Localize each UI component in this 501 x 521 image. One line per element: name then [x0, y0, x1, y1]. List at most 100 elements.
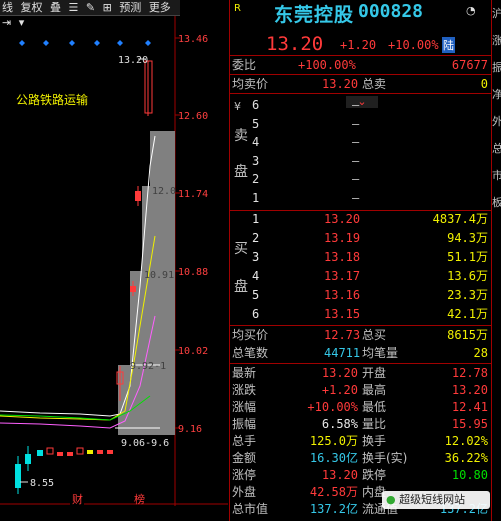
stat-value: 10.80 [451, 468, 488, 482]
toolbar-line-button[interactable]: 线 [0, 0, 15, 15]
candle [37, 450, 43, 456]
sell-level: 1 [252, 190, 260, 205]
stat-value: 13.20 [321, 366, 358, 380]
avg-sell-label: 均卖价 [232, 77, 269, 91]
buy-volume: 51.1万 [447, 250, 488, 264]
sell-price: — [352, 98, 360, 112]
watermark-text: 超级短线网站 [399, 493, 466, 506]
toolbar-overlay-button[interactable]: 叠 [48, 0, 63, 15]
stat-label: 换手(实) [362, 451, 408, 465]
avg-buy-value: 12.73 [324, 328, 361, 342]
buy-volume: 94.3万 [447, 231, 488, 245]
stats-row: 涨跌 +1.20 最高 13.20 [230, 382, 492, 398]
stat-label: 振幅 [232, 417, 257, 431]
toolbar-draw-icon[interactable]: ✎ [84, 0, 97, 15]
sell-price: — [352, 153, 360, 168]
sell-level: 6 [252, 98, 260, 112]
side-strip-item: 净 [492, 81, 501, 108]
buy-level: 2 [252, 231, 260, 245]
stat-label: 量比 [362, 417, 387, 431]
r-badge: R [234, 3, 241, 14]
sell-price: — [352, 172, 360, 187]
toolbar-more-button[interactable]: 更多 [147, 0, 173, 15]
weibi-row: 委比 +100.00% 67677 [230, 57, 492, 73]
ranking-marker[interactable]: 榜 [134, 492, 145, 506]
buy-price: 13.16 [324, 288, 361, 302]
last-price: 13.20 [266, 33, 324, 55]
total-trades-label: 总笔数 [232, 346, 269, 360]
sell-levels: 6 5 4 3 2 1 [252, 96, 259, 208]
total-buy-value: 8615万 [447, 328, 488, 342]
alarm-icon[interactable]: ◔ [466, 4, 476, 17]
buy-level: 4 [252, 269, 260, 283]
side-strip-item: 总 [492, 135, 501, 162]
side-strip-item: 市 [492, 162, 501, 189]
stat-value: +10.00% [307, 400, 358, 414]
buy-volume: 4837.4万 [432, 212, 488, 226]
stat-label: 涨跌 [232, 383, 257, 397]
event-marker-row [19, 40, 151, 46]
sell-level: 5 [252, 116, 260, 131]
stat-value: 15.95 [451, 417, 488, 431]
candle [57, 452, 63, 456]
watermark: ● 超级短线网站 [382, 491, 490, 509]
hk-connect-badge: 陆 [442, 37, 455, 53]
buy-level: 3 [252, 250, 260, 264]
toolbar-grid-icon[interactable]: ⊞ [101, 0, 114, 15]
buy-price: 13.17 [324, 269, 361, 283]
wechat-icon: ● [386, 493, 396, 506]
avg-sell-row: 均卖价 13.20 总卖 0 [230, 76, 492, 92]
price-tick-1: 13.46 [178, 34, 208, 45]
collapse-icon[interactable]: ⌄ [346, 96, 378, 108]
stat-value: 12.78 [451, 366, 488, 380]
stat-label: 跌停 [362, 468, 387, 482]
high-price-label: 13.20 [118, 55, 148, 66]
stat-label: 换手 [362, 434, 387, 448]
toolbar-list-icon[interactable]: ☰ [67, 0, 81, 15]
stat-label: 外盘 [232, 485, 257, 499]
stat-value: 12.41 [451, 400, 488, 414]
buy-level-row[interactable]: 3 13.18 51.1万 [230, 249, 492, 265]
stat-label: 开盘 [362, 366, 387, 380]
stats-row: 总手 125.0万 换手 12.02% [230, 433, 492, 449]
buy-volume: 13.6万 [447, 269, 488, 283]
buy-volume: 23.3万 [447, 288, 488, 302]
side-strip-item: 振 [492, 54, 501, 81]
buy-level-row[interactable]: 4 13.17 13.6万 [230, 268, 492, 284]
side-strip-item: 板 [492, 189, 501, 216]
finance-marker[interactable]: 财 [72, 492, 83, 506]
candle [67, 452, 73, 456]
avg-trade-size-label: 均笔量 [362, 346, 399, 360]
price-tick-4: 10.88 [178, 267, 208, 278]
candle [76, 447, 84, 455]
stat-value: 16.30亿 [309, 451, 358, 465]
buy-level-row[interactable]: 1 13.20 4837.4万 [230, 211, 492, 227]
price-tick-3: 11.74 [178, 189, 208, 200]
sell-level: 4 [252, 135, 260, 150]
stat-value: 13.20 [451, 383, 488, 397]
sell-side-label-2: 盘 [234, 164, 248, 180]
sell-level: 3 [252, 153, 260, 168]
buy-level-row[interactable]: 5 13.16 23.3万 [230, 287, 492, 303]
sell-price: — [352, 116, 360, 131]
price-tick-2: 12.60 [178, 111, 208, 122]
toolbar-forecast-button[interactable]: 预测 [117, 0, 143, 15]
buy-level-row[interactable]: 6 13.15 42.1万 [230, 306, 492, 322]
kline-chart[interactable]: 13.46 12.60 11.74 10.88 10.02 9.16 13.20… [0, 16, 228, 521]
candle [87, 450, 93, 454]
side-strip-item: 外 [492, 108, 501, 135]
avg-sell-value: 13.20 [322, 77, 359, 91]
buy-price: 13.19 [324, 231, 361, 245]
chart-toolbar: 线 复权 叠 ☰ ✎ ⊞ 预测 更多 ⇥ ▾ [0, 0, 180, 29]
price-change: +1.20 [340, 38, 377, 52]
buy-level-row[interactable]: 2 13.19 94.3万 [230, 230, 492, 246]
avg-trade-size-value: 28 [473, 346, 488, 360]
weibi-value: +100.00% [298, 58, 356, 72]
toolbar-fuquan-button[interactable]: 复权 [19, 0, 45, 15]
side-strip-items: 沪 涨 振 净 外 总 市 板 [492, 0, 501, 216]
sell-price: — [352, 190, 360, 205]
candle [25, 454, 31, 464]
stat-label: 最高 [362, 383, 387, 397]
price-tick-6: 9.16 [178, 424, 202, 435]
buy-price: 13.18 [324, 250, 361, 264]
